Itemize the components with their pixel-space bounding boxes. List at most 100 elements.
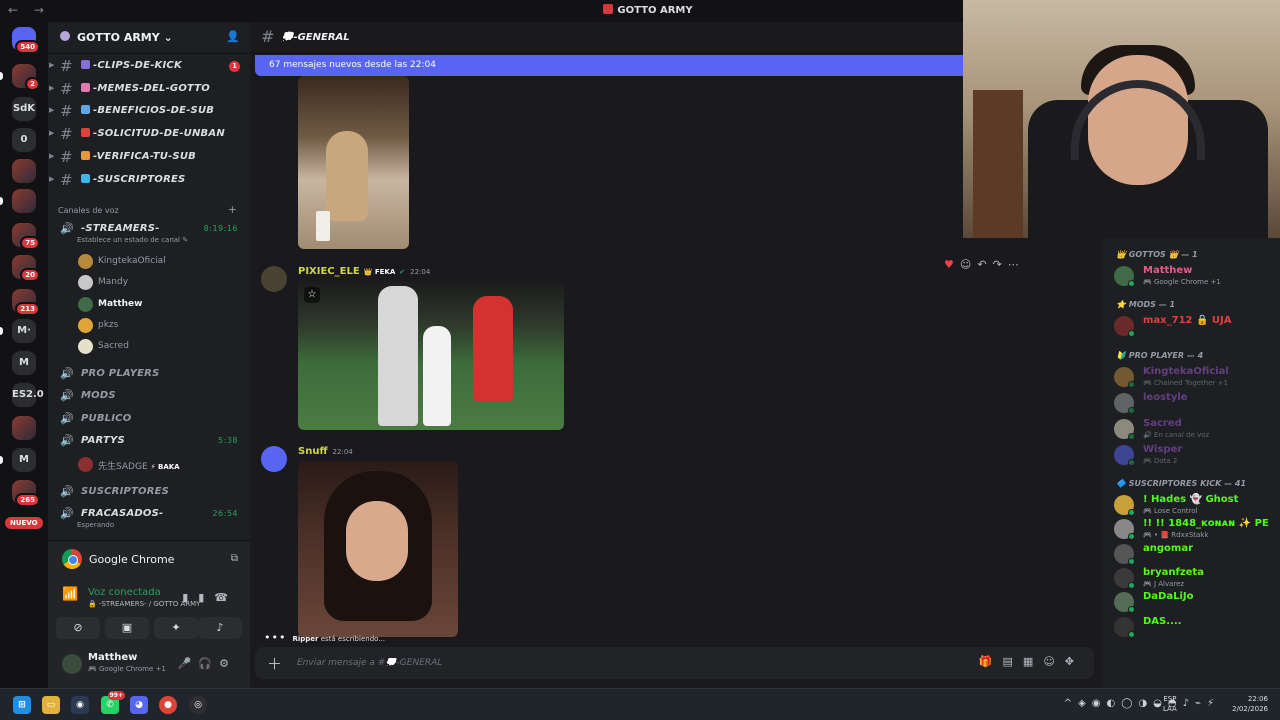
sticker-icon[interactable]: ▦ — [1023, 655, 1043, 668]
reply-icon[interactable]: ↶ — [977, 258, 992, 271]
message-author[interactable]: PIXIEC_ELE 👑 FEKA ✔ 22:04 — [298, 266, 430, 277]
add-channel-icon[interactable]: + — [228, 203, 237, 216]
server-icon-3[interactable]: 0 — [12, 128, 36, 152]
discord-home-icon[interactable]: 540 — [12, 27, 40, 54]
chevron-up-icon[interactable]: ^ — [1064, 698, 1078, 709]
voice-channel-6[interactable]: 🔊 FRACASADOS- 26:54 Esperando — [48, 504, 250, 529]
add-user-icon[interactable]: 👤 — [226, 30, 240, 43]
member-item[interactable]: ! Hades 👻 Ghost 🎮 Lose Control — [1114, 493, 1278, 519]
text-channel-2[interactable]: ▶ # -BENEFICIOS-DE-SUB — [48, 101, 250, 121]
voice-member[interactable]: KingtekaOficial — [78, 252, 248, 272]
voice-status-text[interactable]: Voz conectada — [88, 587, 161, 598]
whatsapp-icon[interactable]: ✆ 99+ — [101, 691, 125, 714]
camera-off-button[interactable]: ⊘ — [56, 617, 100, 639]
member-name: !! !! 1848_ᴋᴏɴᴀɴ ✨ PE — [1143, 518, 1269, 530]
photo-attachment[interactable] — [298, 461, 458, 637]
member-item[interactable]: bryanfzeta 🎮 J Alvarez — [1114, 566, 1278, 592]
server-icon-6[interactable]: 75 — [12, 223, 40, 250]
member-item[interactable]: Matthew 🎮 Google Chrome +1 — [1114, 264, 1278, 290]
voice-member[interactable]: Sacred — [78, 337, 248, 357]
server-icon-12[interactable] — [12, 416, 36, 440]
member-item[interactable]: DAS.... — [1114, 615, 1278, 641]
text-channel-5[interactable]: ▶ # -SUSCRIPTORES — [48, 170, 250, 190]
member-item[interactable]: Wisper 🎮 Dota 2 — [1114, 443, 1278, 469]
server-icon-11[interactable]: ES2.0 — [12, 383, 44, 407]
cat-gif-attachment[interactable] — [298, 76, 409, 249]
activity-app[interactable]: Google Chrome — [62, 549, 174, 569]
text-channel-1[interactable]: ▶ # -MEMES-DEL-GOTTO — [48, 79, 250, 99]
popout-icon[interactable]: ⧉ — [231, 553, 238, 564]
server-icon-13[interactable]: M — [12, 448, 36, 472]
server-icon-10[interactable]: M — [12, 351, 36, 375]
windows-start-icon[interactable]: ⊞ — [13, 696, 31, 714]
forward-icon[interactable]: ↷ — [993, 258, 1008, 271]
activities-button[interactable]: ✦ — [154, 617, 198, 639]
member-item[interactable]: Sacred 🔊 En canal de voz — [1114, 417, 1278, 443]
text-channel-3[interactable]: ▶ # -SOLICITUD-DE-UNBAN — [48, 124, 250, 144]
screen-share-button[interactable]: ▣ — [105, 617, 149, 639]
server-name[interactable]: GOTTO ARMY ⌄ — [77, 31, 173, 44]
chrome-icon[interactable]: ● — [159, 696, 177, 714]
server-icon-4[interactable] — [12, 159, 36, 183]
attach-plus-icon[interactable]: ＋ — [267, 653, 282, 674]
apps-icon[interactable]: ✥ — [1065, 655, 1084, 668]
voice-member[interactable]: pkzs — [78, 316, 248, 336]
message-input[interactable] — [297, 655, 897, 671]
more-icon[interactable]: ⋯ — [1008, 258, 1025, 271]
server-icon-9[interactable]: M· — [12, 319, 36, 343]
server-icon-1[interactable]: 2 — [12, 64, 40, 91]
voice-member[interactable]: 先生SADGE ⚡ BAKA — [78, 455, 248, 475]
voice-channel-3[interactable]: 🔊 PUBLICO — [48, 409, 250, 429]
member-item[interactable]: max_712 🔒 UJA — [1114, 314, 1278, 340]
member-item[interactable]: !! !! 1848_ᴋᴏɴᴀɴ ✨ PE 🎮 • 📕 RdxxStakk — [1114, 517, 1278, 543]
server-icon-14[interactable]: 265 — [12, 480, 40, 507]
tray-icon[interactable]: ◈◉◐◯◑◒◓♪⌁⚡ — [1078, 698, 1220, 709]
text-channel-4[interactable]: ▶ # -VERIFICA-TU-SUB — [48, 147, 250, 167]
emoji-icon[interactable]: ☺ — [1043, 655, 1064, 668]
soccer-video-attachment[interactable]: ☆ — [298, 281, 564, 430]
favorite-star-icon[interactable]: ☆ — [304, 287, 320, 303]
server-icon-2[interactable]: SdK — [12, 97, 36, 121]
file-explorer-icon[interactable]: ▭ — [42, 696, 60, 714]
gear-icon[interactable]: ⚙ — [219, 657, 236, 670]
gif-icon[interactable]: ▤ — [1003, 655, 1023, 668]
heart-icon[interactable]: ♥ — [944, 258, 960, 271]
voice-channel-1[interactable]: 🔊 PRO PLAYERS — [48, 364, 250, 384]
server-icon-8[interactable]: 213 — [12, 289, 40, 316]
discord-icon[interactable]: ◕ — [130, 696, 148, 714]
voice-channel-5[interactable]: 🔊 SUSCRIPTORES — [48, 482, 250, 502]
message-author[interactable]: Snuff 22:04 — [298, 446, 353, 457]
avatar[interactable] — [261, 266, 287, 292]
member-item[interactable]: angomar — [1114, 542, 1278, 568]
disconnect-icon[interactable]: ☎ — [214, 591, 238, 604]
clock[interactable]: 22:06 2/02/2026 — [1226, 694, 1268, 714]
member-item[interactable]: DaDaLiJo — [1114, 590, 1278, 616]
new-badge[interactable]: NUEVO — [5, 517, 43, 529]
member-item[interactable]: KingtekaOficial 🎮 Chained Together +1 — [1114, 365, 1278, 391]
voice-channel-0[interactable]: 🔊 -STREAMERS- 8:19:16 Establece un estado d… — [48, 219, 250, 244]
new-messages-bar[interactable]: 67 mensajes nuevos desde las 22:04 — [255, 55, 968, 76]
voice-member[interactable]: Matthew — [78, 295, 248, 315]
voice-channel-4[interactable]: 🔊 PARTYS 5:38 — [48, 431, 250, 451]
avatar[interactable] — [261, 446, 287, 472]
obs-icon[interactable]: ◎ — [189, 696, 207, 714]
voice-channel-2[interactable]: 🔊 MODS — [48, 386, 250, 406]
server-icon-7[interactable]: 20 — [12, 255, 40, 282]
username[interactable]: Matthew — [88, 652, 137, 663]
mic-icon[interactable]: 🎤 — [178, 657, 199, 670]
avatar[interactable] — [62, 654, 82, 674]
voice-category-label[interactable]: Canales de voz — [58, 206, 119, 215]
voice-member[interactable]: Mandy — [78, 273, 248, 293]
gift-icon[interactable]: 🎁 — [979, 655, 1003, 668]
language-indicator[interactable]: ESP LAA — [1163, 694, 1177, 714]
emoji-icon[interactable]: ☺ — [960, 258, 977, 271]
text-channel-0[interactable]: ▶ # -CLIPS-DE-KICK 1 — [48, 56, 250, 76]
headphones-icon[interactable]: 🎧 — [198, 657, 219, 670]
noise-suppression-icon[interactable]: ▮▮ — [182, 591, 214, 604]
soundboard-button[interactable]: ♪ — [198, 617, 242, 639]
signal-icon[interactable]: 📶 — [62, 587, 78, 602]
steam-icon[interactable]: ◉ — [71, 696, 89, 714]
server-header[interactable]: GOTTO ARMY ⌄ 👤 — [48, 22, 250, 54]
server-icon-5[interactable] — [12, 189, 36, 213]
member-item[interactable]: leostyle — [1114, 391, 1278, 417]
